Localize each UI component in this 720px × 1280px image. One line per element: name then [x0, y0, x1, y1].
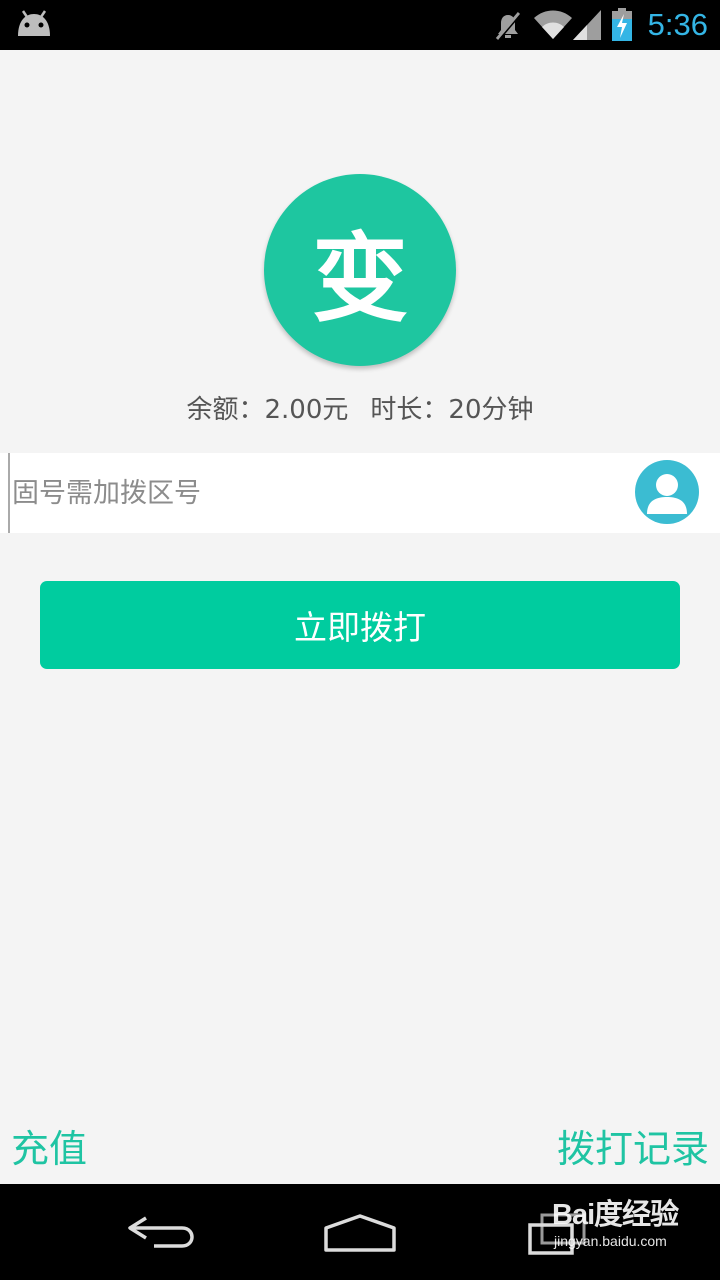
- baidu-watermark: Bai度经验 jingyan.baidu.com: [552, 1198, 679, 1250]
- call-history-link[interactable]: 拨打记录: [557, 1124, 709, 1174]
- phone-input-row: [0, 453, 720, 533]
- duration-value: 20分钟: [448, 395, 534, 425]
- watermark-name: Bai度经验: [552, 1199, 679, 1231]
- status-time: 5:36: [647, 7, 708, 42]
- back-icon[interactable]: [124, 1210, 196, 1258]
- dial-now-button[interactable]: 立即拨打: [40, 581, 680, 669]
- mute-icon: [494, 10, 522, 46]
- app-logo: 变: [264, 174, 456, 366]
- duration-label: 时长：: [370, 395, 449, 425]
- home-icon[interactable]: [322, 1214, 398, 1258]
- wifi-icon: [533, 9, 573, 45]
- contact-person-icon: [647, 474, 687, 514]
- logo-character: 变: [312, 221, 408, 335]
- watermark-url: jingyan.baidu.com: [554, 1233, 667, 1249]
- balance-label: 余额：: [186, 395, 265, 425]
- contact-picker-button[interactable]: [635, 460, 699, 524]
- battery-charging-icon: [611, 8, 633, 46]
- balance-info: 余额：2.00元 时长：20分钟: [0, 390, 720, 430]
- android-icon: [14, 8, 54, 42]
- phone-number-input[interactable]: [8, 453, 612, 533]
- balance-value: 2.00元: [264, 395, 349, 425]
- recharge-link[interactable]: 充值: [11, 1124, 87, 1174]
- signal-icon: [571, 8, 603, 46]
- navigation-bar: Bai度经验 jingyan.baidu.com: [0, 1184, 720, 1280]
- status-bar: 5:36: [0, 0, 720, 50]
